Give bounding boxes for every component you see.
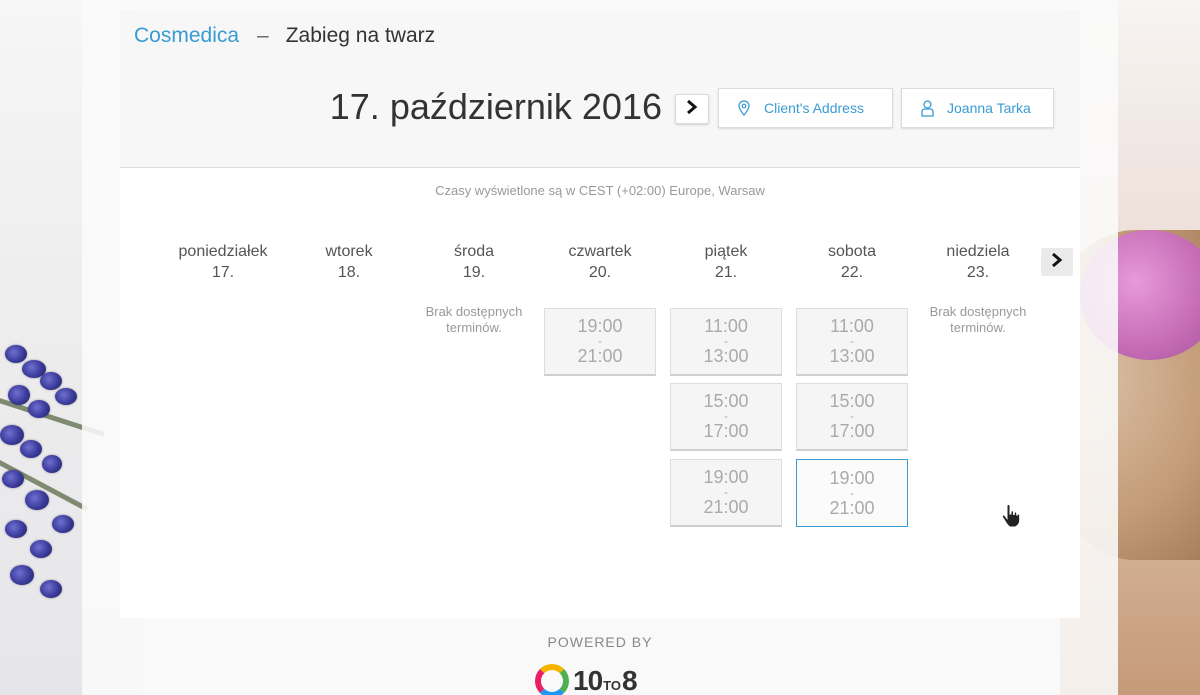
day-name: czwartek: [568, 243, 632, 260]
time-slot[interactable]: 19:00 - 21:00: [670, 459, 782, 527]
logo-text-8: 8: [621, 665, 638, 695]
day-date: 20.: [588, 264, 612, 281]
day-date: 17.: [211, 264, 235, 281]
no-slots-message: Brak dostępnych terminów.: [929, 304, 1027, 335]
day-column-thursday: czwartek 20. 19:00 - 21:00: [544, 242, 656, 376]
10to8-logo[interactable]: 10 TO 8: [535, 664, 675, 695]
day-name: poniedziałek: [178, 243, 268, 260]
slot-separator: -: [850, 485, 854, 500]
day-date: 21.: [714, 264, 738, 281]
breadcrumb: Cosmedica – Zabieg na twarz: [134, 24, 435, 48]
slot-end: 21:00: [703, 497, 749, 517]
next-week-button[interactable]: [675, 94, 709, 124]
user-icon: [920, 99, 934, 117]
client-address-button[interactable]: Client's Address: [718, 88, 893, 128]
day-column-saturday: sobota 22. 11:00 - 13:00 15:00 - 17:00 1…: [796, 242, 908, 527]
day-column-tuesday: wtorek 18.: [293, 242, 405, 283]
day-name: sobota: [827, 243, 877, 260]
time-slot[interactable]: 15:00 - 17:00: [796, 383, 908, 451]
service-name: Zabieg na twarz: [285, 24, 436, 47]
time-slot[interactable]: 11:00 - 13:00: [796, 308, 908, 376]
slot-end: 21:00: [577, 346, 623, 366]
booking-header: Cosmedica – Zabieg na twarz 17. październi…: [120, 10, 1080, 168]
day-column-wednesday: środa 19. Brak dostępnych terminów.: [418, 242, 530, 335]
time-slot-hovered[interactable]: 19:00 - 21:00: [796, 459, 908, 527]
day-date: 19.: [462, 264, 486, 281]
slot-start: 19:00: [829, 467, 875, 488]
breadcrumb-separator: –: [257, 24, 269, 47]
hand-cursor-icon: [1000, 503, 1022, 533]
day-date: 22.: [840, 264, 864, 281]
logo-text-10: 10: [573, 665, 603, 695]
time-slot[interactable]: 11:00 - 13:00: [670, 308, 782, 376]
chevron-right-icon: [1050, 252, 1064, 273]
map-pin-icon: [737, 100, 751, 116]
day-date: 18.: [337, 264, 361, 281]
company-name-link[interactable]: Cosmedica: [134, 24, 239, 47]
day-name: wtorek: [325, 243, 373, 260]
slot-end: 17:00: [703, 421, 749, 441]
day-column-friday: piątek 21. 11:00 - 13:00 15:00 - 17:00 1…: [670, 242, 782, 527]
day-date: 23.: [966, 264, 990, 281]
client-address-label: Client's Address: [764, 100, 864, 116]
day-name: piątek: [704, 243, 748, 260]
logo-text-to: TO: [603, 678, 621, 693]
slot-end: 17:00: [829, 421, 875, 441]
booking-card: Cosmedica – Zabieg na twarz 17. październi…: [120, 10, 1080, 618]
day-column-sunday: niedziela 23. Brak dostępnych terminów.: [922, 242, 1034, 335]
chevron-right-icon: [685, 99, 699, 120]
date-title: 17. październik 2016: [329, 86, 662, 127]
employee-button[interactable]: Joanna Tarka: [901, 88, 1054, 128]
day-name: niedziela: [946, 243, 1010, 260]
day-name: środa: [453, 243, 495, 260]
employee-label: Joanna Tarka: [947, 100, 1031, 116]
slot-end: 13:00: [829, 346, 875, 366]
slot-end: 21:00: [829, 497, 875, 518]
no-slots-message: Brak dostępnych terminów.: [425, 304, 523, 335]
time-slot[interactable]: 19:00 - 21:00: [544, 308, 656, 376]
powered-by-label: POWERED BY: [547, 634, 653, 650]
slot-end: 13:00: [703, 346, 749, 366]
timezone-note: Czasy wyświetlone są w CEST (+02:00) Eur…: [435, 183, 765, 198]
logo-ring-icon: [535, 664, 569, 695]
next-days-button[interactable]: [1041, 248, 1073, 276]
day-column-monday: poniedziałek 17.: [167, 242, 279, 283]
time-slot[interactable]: 15:00 - 17:00: [670, 383, 782, 451]
